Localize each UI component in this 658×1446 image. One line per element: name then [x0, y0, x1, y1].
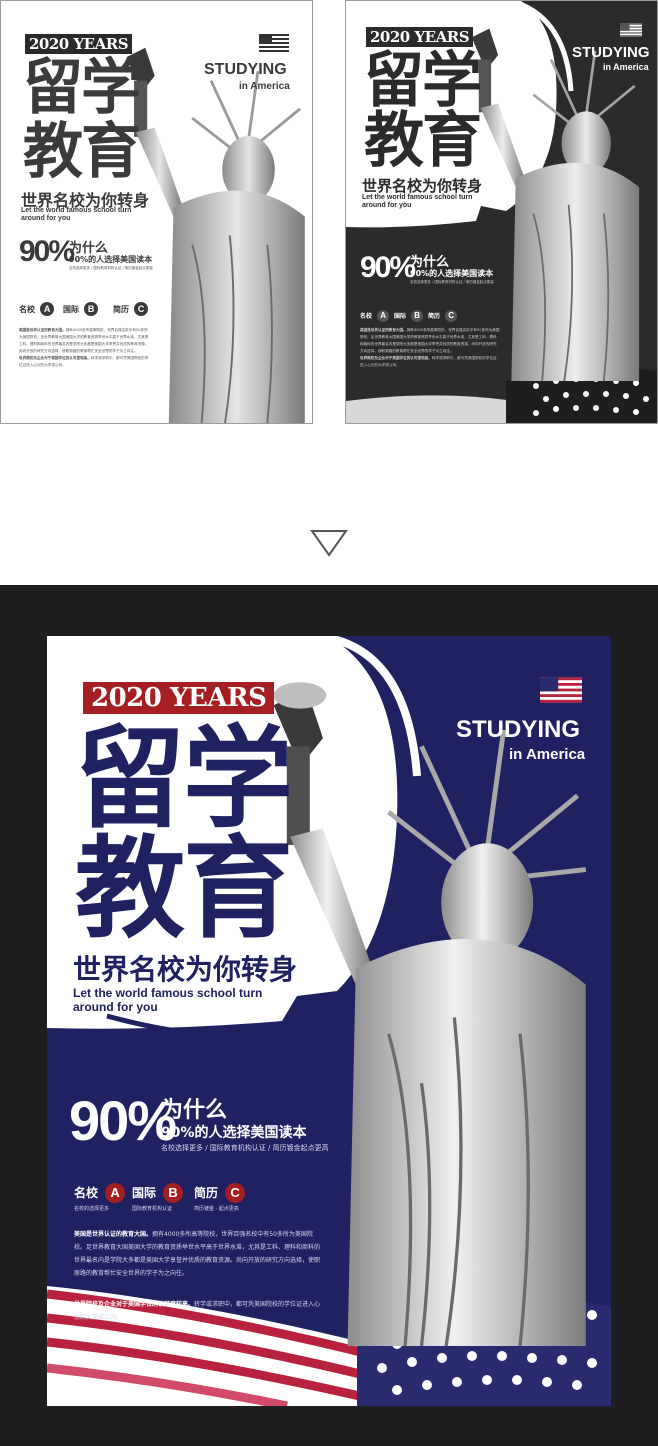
- feature-b: 国际 B: [63, 297, 99, 316]
- slogan: 世界名校为你转身: [73, 953, 298, 986]
- english-slogan: Let the world famous school turn around …: [73, 986, 262, 1015]
- feature-label: 简历: [194, 1186, 219, 1200]
- feature-b: 国际 B 国际教育机构认证: [132, 1182, 184, 1212]
- title-line2: 教育: [75, 825, 293, 953]
- feature-subtext: 名校的选择更多: [74, 1206, 110, 1212]
- feature-a: 名校 A: [360, 303, 390, 322]
- letter-a-badge: A: [105, 1183, 126, 1203]
- english-slogan: Let the world famous school turn around …: [362, 194, 472, 211]
- us-flag-icon: [620, 23, 642, 37]
- poster-preview-white: 2020 YEARS 留学 教育 STUDYING in America 世界名…: [0, 0, 313, 424]
- para2-lead: 世界院校及企业对于美国学位的认可度较高。: [19, 356, 91, 360]
- reason-text: 90%的人选择美国读本: [69, 255, 153, 264]
- reason-text: 90%的人选择美国读本: [161, 1125, 307, 1141]
- letter-b-badge: B: [163, 1183, 184, 1203]
- english-line1: Let the world famous school turn: [362, 194, 473, 201]
- letter-c-badge: C: [445, 310, 458, 322]
- reason-text: 90%的人选择美国读本: [410, 269, 494, 278]
- us-flag-icon: [259, 34, 289, 52]
- final-poster-navy: 2020 YEARS 留学 教育 STUDYING in America 世界名…: [47, 636, 611, 1406]
- us-flag-icon: [540, 677, 582, 703]
- title-line1: 留学: [75, 715, 293, 843]
- letter-a-badge: A: [377, 310, 390, 322]
- reason-subtext: 名校选择更多 / 国际教育机构认证 / 简历镀金起点更高: [410, 280, 494, 284]
- feature-label: 简历: [113, 305, 129, 314]
- why-heading: 为什么: [161, 1098, 228, 1123]
- english-line2: around for you: [362, 202, 412, 210]
- slogan: 世界名校为你转身: [362, 177, 483, 195]
- studying-label: STUDYING: [572, 44, 650, 61]
- para1-lead: 美国是世界认证的教育大国。: [19, 328, 66, 332]
- letter-b-badge: B: [411, 310, 424, 322]
- feature-c: 简历 C: [113, 297, 149, 316]
- feature-subtext: 简历镀金 · 起点更高: [194, 1206, 239, 1212]
- english-line1: Let the world famous school turn: [21, 207, 132, 214]
- reason-subtext: 名校选择更多 / 国际教育机构认证 / 简历镀金起点更高: [69, 266, 153, 270]
- feature-label: 国际: [63, 305, 79, 314]
- feature-label: 国际: [132, 1186, 157, 1200]
- english-slogan: Let the world famous school turn around …: [21, 207, 131, 224]
- feature-c: 简历 C: [428, 303, 458, 322]
- years-badge: 2020 YEARS: [83, 682, 275, 714]
- letter-c-badge: C: [134, 302, 149, 316]
- in-america-label: in America: [509, 746, 586, 763]
- feature-label: 简历: [428, 313, 441, 320]
- years-badge: 2020 YEARS: [25, 34, 133, 54]
- title-line2: 教育: [23, 117, 141, 187]
- para1-lead: 美国是世界认证的教育大国。: [74, 1231, 153, 1238]
- feature-label: 名校: [19, 305, 35, 314]
- body-paragraph-1: 美国是世界认证的教育大国。拥有4000多所高等院校，世界百强名校中有50多所为美…: [74, 1228, 324, 1280]
- in-america-label: in America: [603, 62, 649, 72]
- feature-a: 名校 A: [19, 297, 55, 316]
- reason-subtext: 名校选择更多 / 国际教育机构认证 / 简历镀金起点更高: [161, 1144, 329, 1152]
- feature-label: 名校: [74, 1186, 99, 1200]
- english-line1: Let the world famous school turn: [73, 986, 263, 1000]
- letter-b-badge: B: [84, 302, 99, 316]
- feature-c: 简历 C 简历镀金 · 起点更高: [194, 1182, 246, 1212]
- percent-figure: 90%: [69, 1089, 177, 1152]
- poster-preview-gray: 2020 YEARS 留学 教育 STUDYING in America 世界名…: [345, 0, 658, 424]
- down-triangle-icon: [310, 530, 348, 557]
- letter-a-badge: A: [40, 302, 55, 316]
- title-line2: 教育: [364, 106, 482, 176]
- years-badge: 2020 YEARS: [366, 27, 474, 47]
- in-america-label: in America: [239, 81, 290, 92]
- percent-figure: 90%: [360, 251, 416, 284]
- body-paragraph: 美国是世界认证的教育大国。拥有4000多所高等院校，世界百强名校中有50多所为美…: [19, 327, 149, 369]
- title-line1: 留学: [364, 46, 482, 116]
- para2-lead: 世界院校及企业对于美国学位的认可度较高。: [74, 1301, 195, 1308]
- studying-label: STUDYING: [456, 716, 581, 743]
- feature-label: 名校: [360, 313, 373, 320]
- letter-c-badge: C: [225, 1183, 246, 1203]
- feature-b: 国际 B: [394, 303, 424, 322]
- english-line2: around for you: [21, 215, 71, 223]
- title-line1: 留学: [23, 53, 141, 123]
- feature-a: 名校 A 名校的选择更多: [74, 1182, 126, 1212]
- feature-subtext: 国际教育机构认证: [132, 1206, 173, 1212]
- feature-label: 国际: [394, 313, 407, 320]
- percent-figure: 90%: [19, 235, 75, 268]
- studying-label: STUDYING: [204, 61, 287, 78]
- body-paragraph: 美国是世界认证的教育大国。拥有4000多所高等院校，世界百强名校中有50多所为美…: [360, 327, 500, 369]
- english-line2: around for you: [73, 1000, 158, 1015]
- body-paragraph-2: 世界院校及企业对于美国学位的认可度较高。转学或求职中，都可凭美国院校的学位证进入…: [74, 1298, 324, 1324]
- para1-lead: 美国是世界认证的教育大国。: [360, 328, 407, 332]
- para2-lead: 世界院校及企业对于美国学位的认可度较高。: [360, 356, 432, 360]
